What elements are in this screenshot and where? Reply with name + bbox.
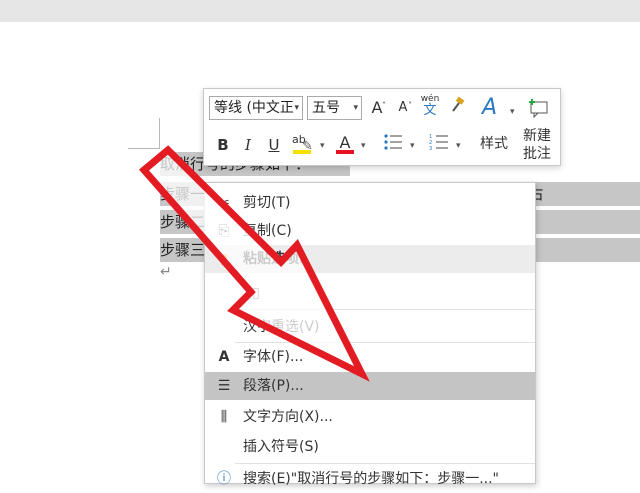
svg-text:3: 3 (429, 146, 432, 151)
underline-icon: U (268, 136, 280, 154)
menu-item-paragraph[interactable]: ☰ 段落(P)... (205, 372, 535, 400)
menu-item-label: 插入符号(S) (243, 439, 319, 455)
menu-item-font[interactable]: A 字体(F)... (205, 343, 535, 371)
bullet-list-icon (384, 134, 402, 150)
chevron-down-icon: ▾ (353, 103, 358, 113)
new-comment-label-1: 新建 (523, 128, 551, 144)
text-direction-icon: ⫼ (220, 409, 228, 425)
menu-item-label: 粘贴选项: (243, 251, 305, 267)
menu-item-label: 搜索(E)"取消行号的步骤如下：步骤一..." (243, 471, 499, 487)
font-name-value: 等线 (中文正 (214, 100, 294, 116)
numbered-list-icon: 123 (429, 134, 448, 152)
styles-label: 样式 (480, 136, 508, 152)
menu-item-label: 复制(C) (243, 223, 292, 239)
paste-keep-text-icon: ▯ (252, 285, 260, 301)
font-icon: A (218, 349, 230, 365)
highlight-button[interactable]: ab ✎ (290, 131, 316, 155)
mini-toolbar: 等线 (中文正 ▾ 五号 ▾ A ˄ A ˅ wén 文 B I U ab ✎ ▾ … (203, 88, 561, 166)
menu-divider (235, 463, 535, 464)
font-size-value: 五号 (312, 100, 340, 116)
paste-icon: ▮ (220, 251, 228, 267)
bold-icon: B (217, 136, 229, 154)
menu-item-text-direction[interactable]: ⫼ 文字方向(X)... (205, 403, 535, 431)
italic-icon: I (245, 136, 251, 154)
menu-paste-options-header: ▮ 粘贴选项: (205, 245, 535, 273)
phonetic-guide-button[interactable]: wén 文 (417, 93, 443, 117)
shrink-font-button[interactable]: A ˅ (392, 96, 414, 120)
menu-divider (235, 309, 535, 310)
menu-item-reconvert[interactable]: 汉字重选(V) (205, 313, 535, 341)
menu-item-label: 汉字重选(V) (243, 319, 320, 335)
menu-item-label: 剪切(T) (243, 195, 291, 211)
chevron-down-icon[interactable]: ▾ (410, 141, 415, 151)
numbering-button[interactable]: 123 (428, 133, 450, 157)
margin-corner-vertical (159, 118, 160, 149)
styles-button[interactable]: A ▾ 样式 (480, 93, 515, 161)
shrink-font-icon: A (398, 100, 408, 115)
chevron-down-icon[interactable]: ▾ (320, 141, 325, 151)
grow-font-icon: A (371, 98, 383, 117)
format-painter-icon (452, 96, 465, 112)
search-info-icon: ⓘ (217, 471, 231, 487)
phonetic-char: 文 (423, 103, 437, 118)
italic-button[interactable]: I (237, 133, 259, 157)
menu-item-cut[interactable]: ✂ 剪切(T) (205, 189, 535, 217)
menu-item-copy[interactable]: ⎘ 复制(C) (205, 217, 535, 245)
bold-button[interactable]: B (212, 133, 234, 157)
font-color-button[interactable]: A (334, 131, 356, 155)
menu-item-label: 文字方向(X)... (243, 409, 333, 425)
context-menu: ✂ 剪切(T) ⎘ 复制(C) ▮ 粘贴选项: ▯ 汉字重选(V) A 字体(F… (204, 182, 536, 487)
margin-corner-horizontal (128, 148, 160, 149)
new-comment-label-2: 批注 (523, 146, 551, 162)
menu-item-label: 字体(F)... (243, 349, 304, 365)
styles-icon: A (482, 95, 498, 120)
paragraph-icon: ☰ (217, 378, 231, 394)
menu-item-paste-keep-text[interactable]: ▯ (205, 279, 535, 307)
chevron-down-icon: ▾ (510, 107, 515, 117)
chevron-down-icon[interactable]: ▾ (361, 141, 366, 151)
menu-item-search[interactable]: ⓘ 搜索(E)"取消行号的步骤如下：步骤一..." (205, 465, 535, 493)
menu-item-label: 段落(P)... (243, 378, 304, 394)
chevron-down-icon[interactable]: ▾ (456, 141, 461, 151)
menu-item-insert-symbol[interactable]: 插入符号(S) (205, 433, 535, 461)
new-comment-button[interactable]: 新建 批注 (522, 93, 558, 162)
copy-icon: ⎘ (218, 223, 230, 239)
font-size-box[interactable]: 五号 ▾ (307, 96, 362, 120)
underline-button[interactable]: U (263, 133, 285, 157)
format-painter-button[interactable] (446, 96, 468, 120)
chevron-down-icon: ▾ (294, 103, 299, 113)
window-top-bar (0, 0, 640, 23)
bullets-button[interactable] (382, 133, 404, 157)
scissors-icon: ✂ (218, 195, 230, 211)
grow-font-button[interactable]: A ˄ (366, 96, 388, 120)
paragraph-mark-icon: ↵ (160, 264, 172, 280)
font-name-box[interactable]: 等线 (中文正 ▾ (209, 96, 303, 120)
new-comment-icon (529, 99, 548, 119)
